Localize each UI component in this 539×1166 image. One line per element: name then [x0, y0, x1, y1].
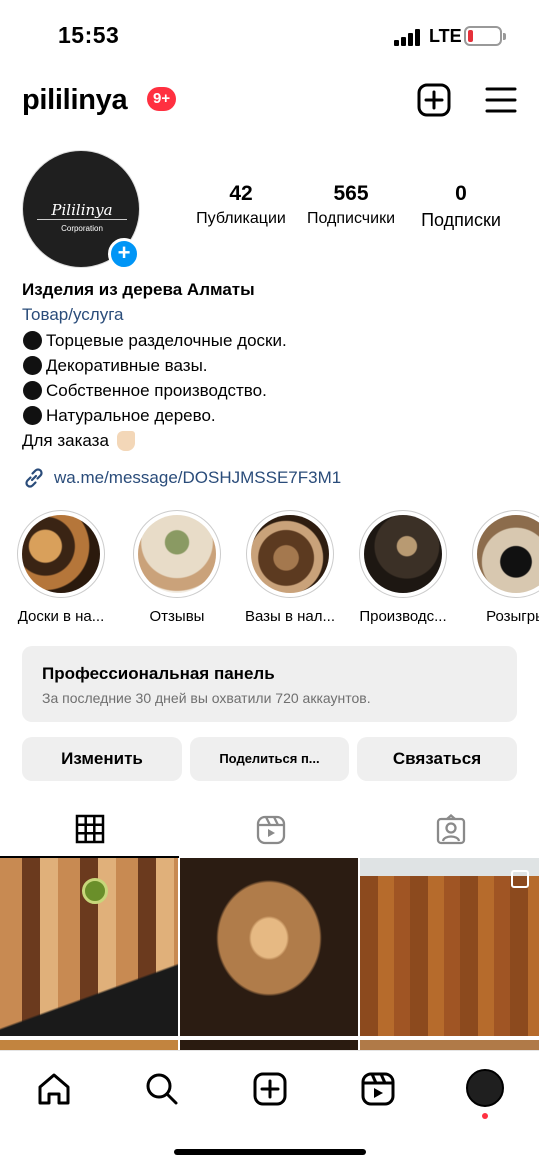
black-circle-icon [23, 356, 42, 375]
post-grid [0, 858, 539, 1050]
professional-dashboard[interactable]: Профессиональная панель За последние 30 … [22, 646, 517, 722]
bottom-navigation [0, 1050, 539, 1166]
highlight-label: Вазы в нал... [244, 608, 336, 625]
tab-posts[interactable] [0, 804, 179, 858]
cutting-board-photo [22, 515, 100, 593]
vase-photo [477, 515, 539, 593]
profile-notification-dot [482, 1113, 488, 1119]
bio-order-line: Для заказа [22, 428, 522, 453]
link-icon [25, 468, 43, 488]
notification-badge[interactable]: 9+ [147, 87, 177, 111]
grid-icon [75, 814, 105, 844]
black-circle-icon [23, 381, 42, 400]
dried-flowers-photo [364, 515, 442, 593]
bio: Изделия из дерева Алматы Товар/услуга То… [22, 278, 522, 453]
post-thumbnail[interactable] [0, 858, 178, 1036]
stat-followers-label: Подписчики [306, 210, 395, 227]
status-time: 15:53 [58, 22, 120, 48]
post-thumbnail[interactable] [180, 858, 358, 1036]
share-profile-button[interactable]: Поделиться п... [190, 737, 349, 781]
highlight-label: Отзывы [149, 608, 205, 625]
post-thumbnail[interactable] [360, 1040, 539, 1050]
stat-following[interactable]: 0 Подписки [412, 182, 510, 231]
bio-line: Декоративные вазы. [22, 353, 522, 378]
avatar-sub-text: Corporation [61, 224, 103, 233]
multi-photo-icon [511, 870, 529, 888]
avatar[interactable]: Pililinya Corporation + [22, 150, 142, 270]
stat-followers-value: 565 [333, 182, 369, 205]
menu-icon[interactable] [483, 82, 519, 118]
profile-actions: Изменить Поделиться п... Связаться [22, 737, 517, 781]
avatar-logo-text: Pililinya [51, 201, 113, 219]
tagged-icon [436, 814, 466, 845]
create-post-icon[interactable] [250, 1069, 290, 1109]
vases-photo [251, 515, 329, 593]
add-story-button[interactable]: + [108, 238, 140, 270]
post-thumbnail[interactable] [0, 1040, 178, 1050]
highlight-label: Производс... [359, 608, 447, 625]
post-thumbnail[interactable] [180, 1040, 358, 1050]
bio-line: Натуральное дерево. [22, 403, 522, 428]
bio-line-text: Натуральное дерево. [46, 406, 216, 425]
highlight-label: Розыгры [486, 608, 539, 625]
tab-reels[interactable] [180, 804, 359, 858]
stat-posts-label: Публикации [196, 210, 286, 227]
content-tabs [0, 804, 539, 858]
post-thumbnail[interactable] [360, 858, 539, 1036]
bio-line-text: Декоративные вазы. [46, 356, 208, 375]
bio-line-text: Собственное производство. [46, 381, 267, 400]
network-type: LTE [429, 26, 462, 46]
kiwi-slice [82, 878, 108, 904]
highlight-item[interactable]: Розыгры [461, 510, 539, 625]
highlight-item[interactable]: Производс... [348, 510, 458, 625]
dashboard-title: Профессиональная панель [42, 664, 275, 683]
stat-posts-value: 42 [229, 182, 253, 205]
home-indicator [174, 1149, 366, 1155]
battery-icon [464, 26, 506, 46]
bio-link[interactable]: wa.me/message/DOSHJMSSE7F3M1 [22, 466, 341, 490]
contact-button[interactable]: Связаться [357, 737, 517, 781]
black-circle-icon [23, 331, 42, 350]
stat-following-value: 0 [455, 182, 467, 205]
stat-following-label: Подписки [421, 210, 501, 230]
search-icon[interactable] [142, 1069, 182, 1109]
status-bar: 15:53 LTE [0, 0, 539, 70]
story-highlights: Доски в на... Отзывы Вазы в нал... Произ… [0, 510, 539, 630]
black-circle-icon [23, 406, 42, 425]
home-icon[interactable] [34, 1069, 74, 1109]
bio-name: Изделия из дерева Алматы [22, 280, 255, 299]
plant-vase-photo [138, 515, 216, 593]
bio-category[interactable]: Товар/услуга [22, 302, 522, 328]
highlight-item[interactable]: Вазы в нал... [235, 510, 345, 625]
tab-tagged[interactable] [360, 804, 539, 858]
reels-icon [256, 815, 286, 845]
username[interactable]: pililinya [22, 84, 128, 117]
bio-order-text: Для заказа [22, 431, 109, 450]
bio-line: Торцевые разделочные доски. [22, 328, 522, 353]
stat-posts[interactable]: 42 Публикации [190, 182, 292, 228]
wooden-bowl-photo [180, 858, 358, 1036]
create-icon[interactable] [416, 82, 452, 118]
pointing-hand-icon [116, 430, 135, 451]
highlight-item[interactable]: Доски в на... [6, 510, 116, 625]
bio-link-text[interactable]: wa.me/message/DOSHJMSSE7F3M1 [54, 468, 341, 488]
dashboard-subtitle: За последние 30 дней вы охватили 720 акк… [42, 690, 371, 706]
signal-icon [394, 28, 422, 46]
stat-followers[interactable]: 565 Подписчики [300, 182, 402, 228]
profile-header: pililinya 9+ [0, 70, 539, 130]
highlight-item[interactable]: Отзывы [122, 510, 232, 625]
reels-nav-icon[interactable] [358, 1069, 398, 1109]
profile-avatar-nav[interactable] [466, 1069, 504, 1107]
bio-line-text: Торцевые разделочные доски. [46, 331, 287, 350]
edit-profile-button[interactable]: Изменить [22, 737, 182, 781]
highlight-label: Доски в на... [17, 608, 105, 625]
bio-line: Собственное производство. [22, 378, 522, 403]
